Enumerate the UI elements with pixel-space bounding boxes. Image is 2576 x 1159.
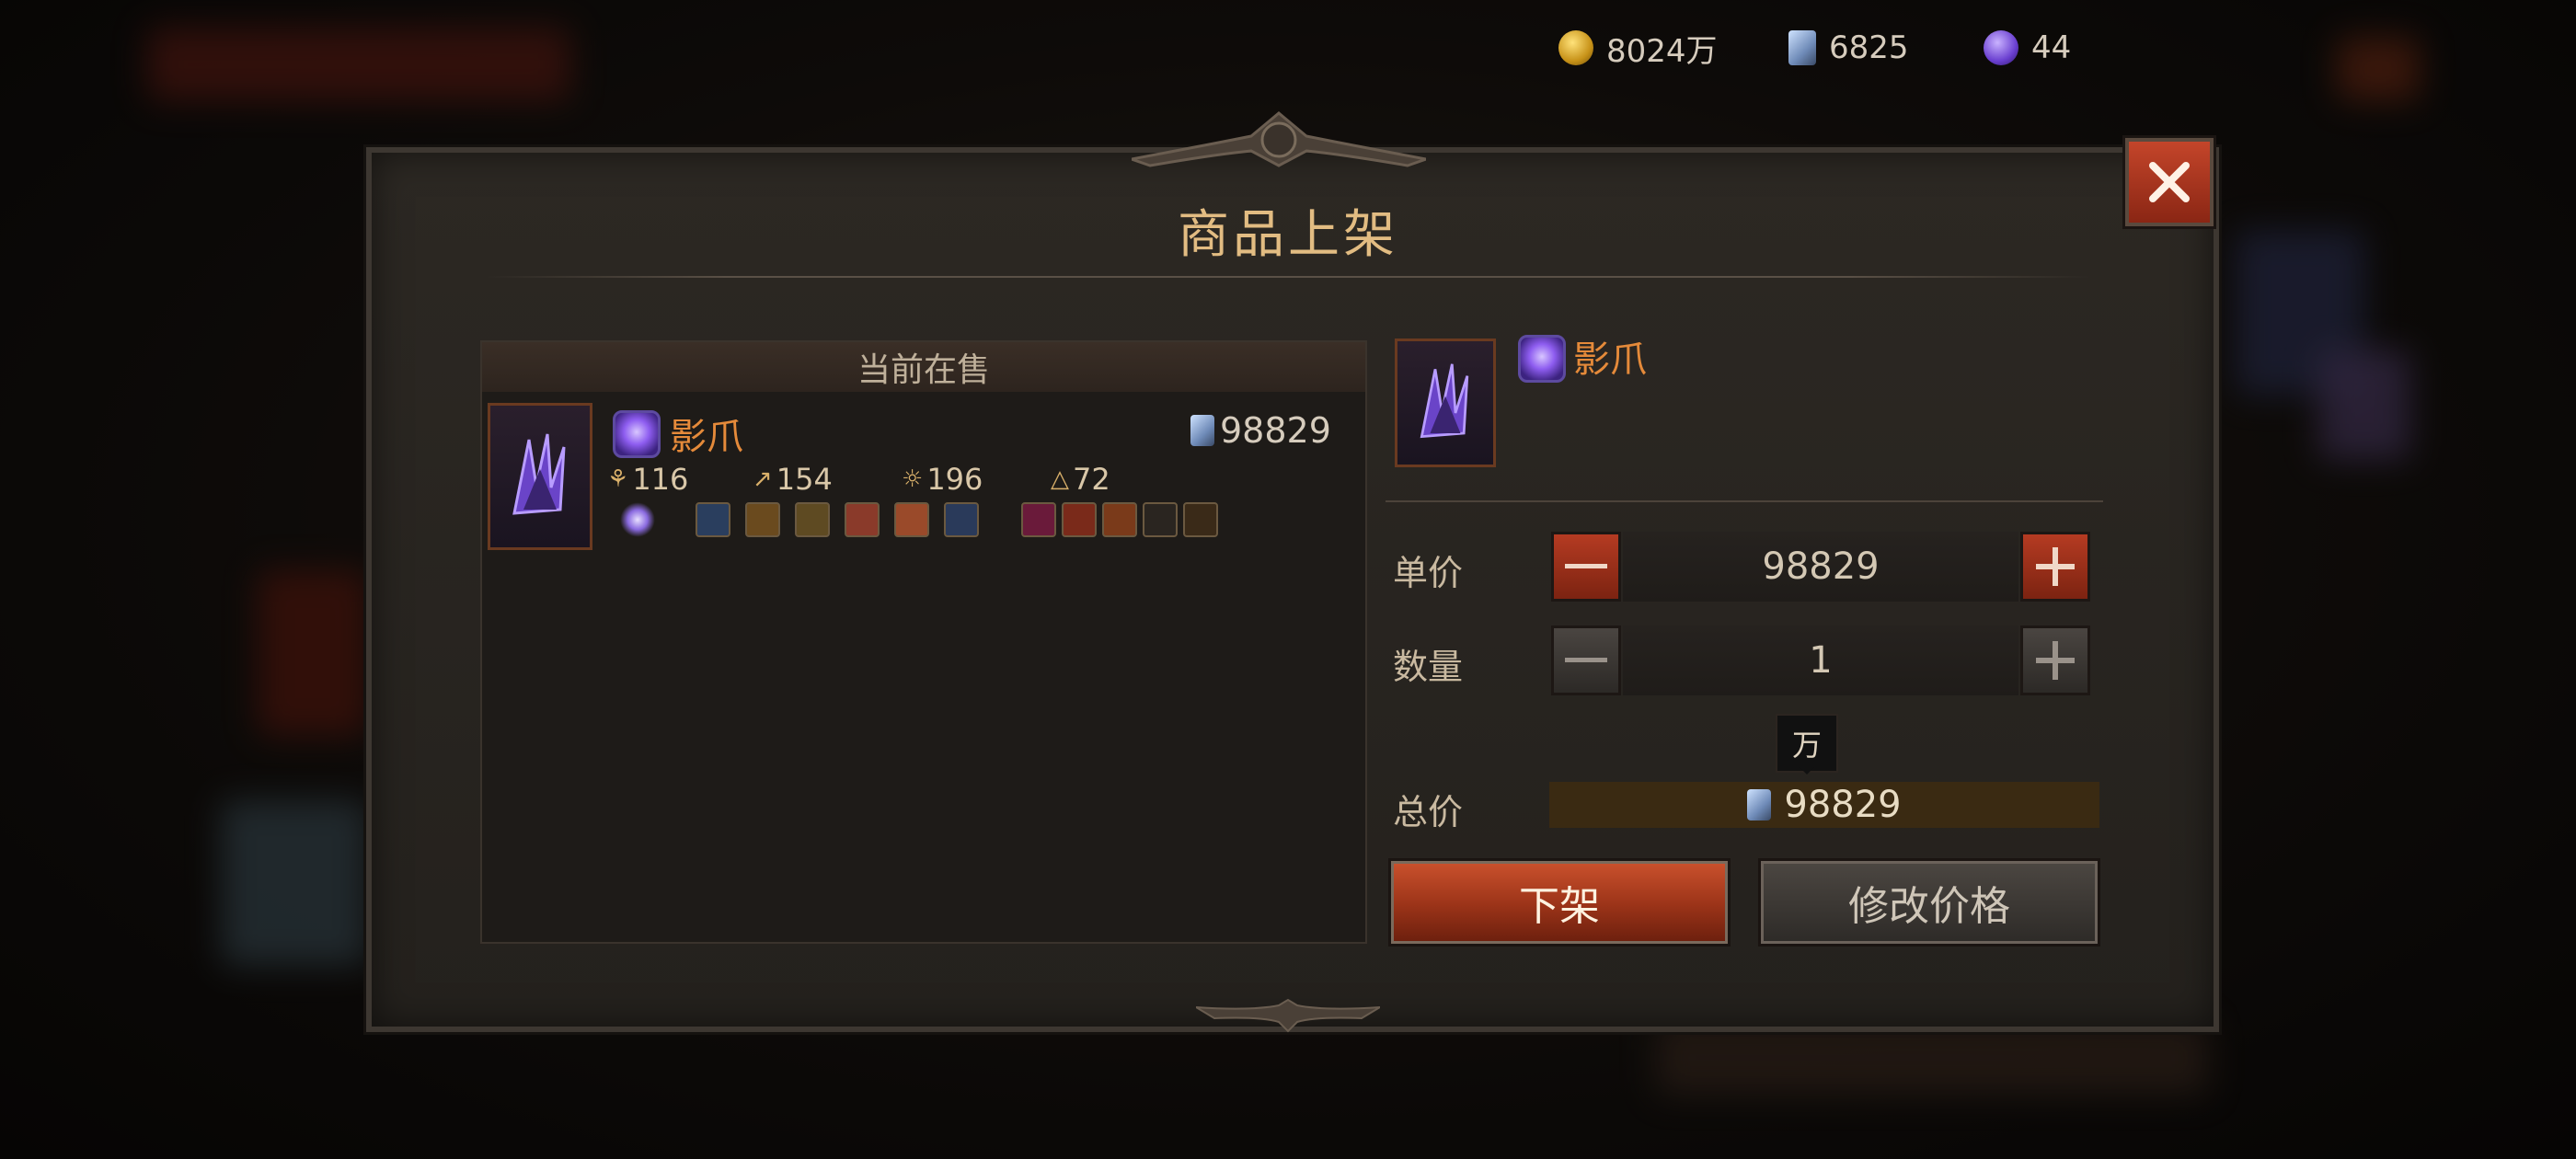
crystal-shard-icon xyxy=(1788,30,1816,65)
quantity-label: 数量 xyxy=(1393,647,1464,687)
unit-tooltip: 万 xyxy=(1776,714,1838,775)
orb-currency: 44 xyxy=(1984,22,2071,74)
shadow-claw-item-icon xyxy=(512,433,566,515)
quantity-increase-button[interactable] xyxy=(2020,625,2090,695)
ice-claw-gem-icon xyxy=(944,502,979,537)
plus-icon xyxy=(2036,641,2075,680)
unit-price-input[interactable]: 98829 xyxy=(1623,532,2018,602)
trident-rune-icon xyxy=(1143,502,1178,537)
fire-swirl-gem-icon xyxy=(845,502,880,537)
plus-icon xyxy=(2036,547,2075,586)
stat-strength-value: 116 xyxy=(632,462,689,497)
item-thumbnail[interactable] xyxy=(488,403,592,550)
gold-coin-icon xyxy=(1558,30,1593,65)
flame-rune-icon xyxy=(1102,502,1137,537)
minus-icon xyxy=(1565,564,1607,568)
rarity-orb-icon xyxy=(613,410,661,458)
arrow-icon: ↗ xyxy=(753,465,773,493)
strength-icon: ⚘ xyxy=(607,465,629,493)
stat-strength: ⚘ 116 xyxy=(607,462,688,497)
triangle-icon: △ xyxy=(1051,465,1069,493)
quantity-input[interactable]: 1 xyxy=(1623,625,2018,695)
delist-button[interactable]: 下架 xyxy=(1391,861,1728,944)
current-listings-panel: 当前在售 影爪 98829 ⚘ 116 ↗ 154 ☼ 196 △ 72 xyxy=(480,340,1367,944)
stat-intelligence: ☼ 196 xyxy=(902,462,983,497)
demon-face-icon xyxy=(1062,502,1097,537)
dialog-title: 商品上架 xyxy=(1178,205,1398,265)
claw-rune-icon xyxy=(1183,502,1218,537)
unit-price-decrease-button[interactable] xyxy=(1551,532,1621,602)
listings-header: 当前在售 xyxy=(482,342,1365,392)
selected-rarity-orb-icon xyxy=(1518,335,1566,383)
shadow-claw-item-icon xyxy=(1420,363,1469,439)
dialog-top-crest-ornament xyxy=(1132,111,1426,167)
total-price-label: 总价 xyxy=(1393,792,1464,832)
crystal-amount: 6825 xyxy=(1829,29,1909,66)
flame-gem-icon xyxy=(894,502,929,537)
spiral-gem-icon xyxy=(745,502,780,537)
stat-dexterity: ↗ 154 xyxy=(753,462,833,497)
minus-icon xyxy=(1565,658,1607,662)
crystal-price-icon xyxy=(1190,415,1214,446)
stat-intelligence-value: 196 xyxy=(926,462,983,497)
sun-icon: ☼ xyxy=(902,465,924,493)
sell-panel-divider xyxy=(1386,500,2103,502)
title-divider xyxy=(486,276,2090,278)
stat-vitality-value: 72 xyxy=(1073,462,1110,497)
orb-amount: 44 xyxy=(2031,29,2072,66)
crystal-price-icon xyxy=(1747,789,1772,820)
modify-price-button[interactable]: 修改价格 xyxy=(1761,861,2098,944)
total-price-box: 98829 xyxy=(1549,782,2099,828)
frost-gem-icon xyxy=(696,502,730,537)
crystal-currency: 6825 xyxy=(1788,22,1909,74)
star-burst-gem-icon xyxy=(620,502,655,537)
listing-item-name: 影爪 xyxy=(670,416,743,458)
unit-price-increase-button[interactable] xyxy=(2020,532,2090,602)
quantity-decrease-button[interactable] xyxy=(1551,625,1621,695)
tree-gem-icon xyxy=(795,502,830,537)
dialog-bottom-ornament xyxy=(1196,998,1380,1033)
gold-currency: 8024万 xyxy=(1558,22,1718,74)
listing-price-value: 98829 xyxy=(1220,410,1331,451)
listing-item-row[interactable]: 影爪 98829 ⚘ 116 ↗ 154 ☼ 196 △ 72 xyxy=(482,401,1365,557)
stat-vitality: △ 72 xyxy=(1051,462,1110,497)
selected-item-name: 影爪 xyxy=(1573,339,1647,381)
gold-amount: 8024万 xyxy=(1606,32,1718,70)
total-price-value: 98829 xyxy=(1784,784,1902,826)
stat-dexterity-value: 154 xyxy=(776,462,833,497)
listing-price: 98829 xyxy=(1190,410,1331,451)
unit-price-label: 单价 xyxy=(1393,553,1464,593)
selected-item-thumbnail xyxy=(1395,339,1496,467)
purple-orb-icon xyxy=(1984,30,2018,65)
rune-ring-icon xyxy=(1021,502,1056,537)
